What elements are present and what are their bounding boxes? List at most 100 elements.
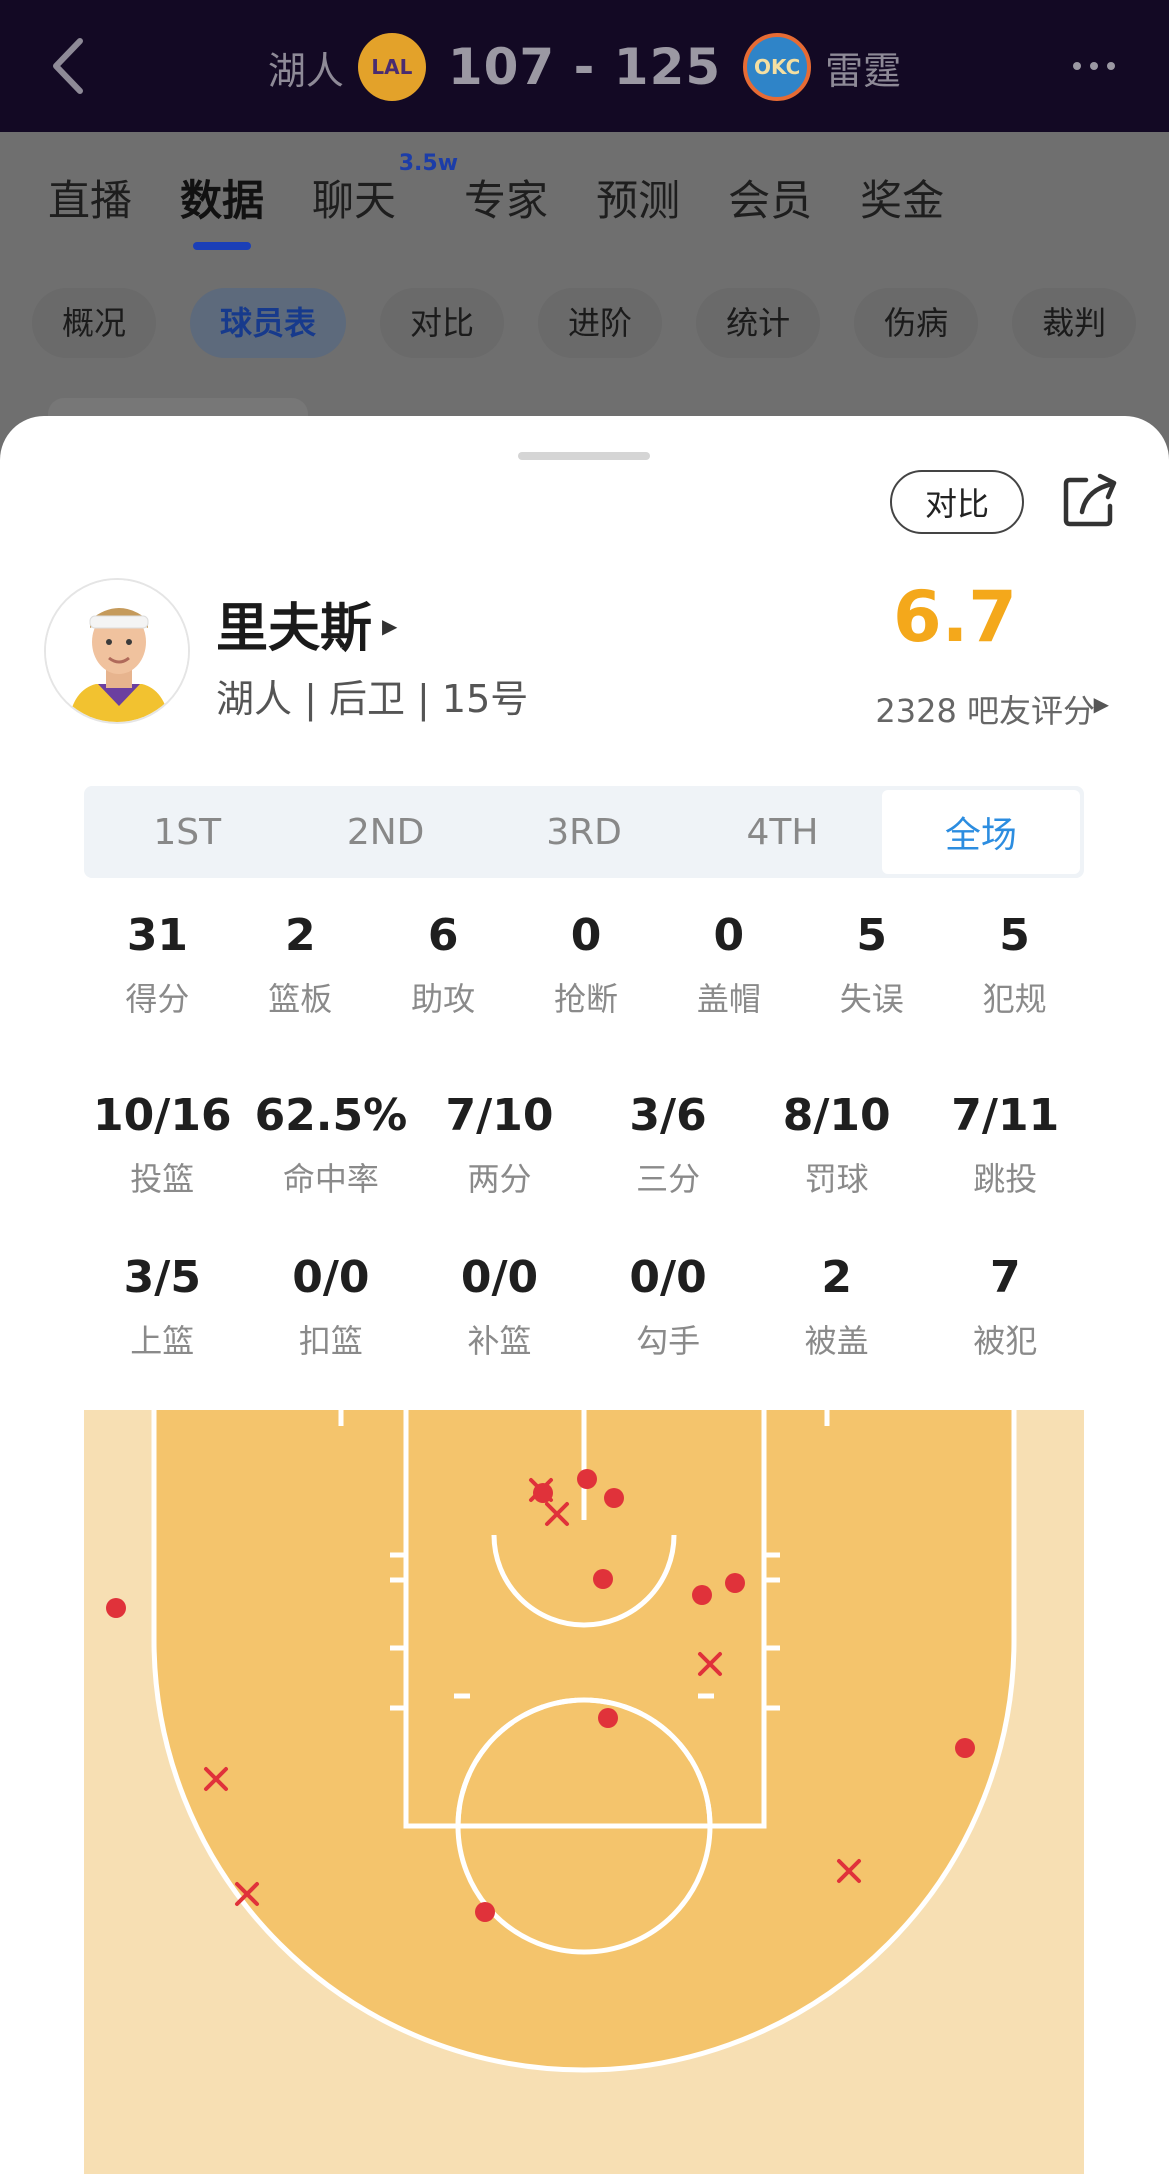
stat-value: 8/10: [782, 1090, 891, 1141]
away-team-name: 雷霆: [825, 48, 902, 93]
stat-label: 扣篮: [298, 1322, 363, 1360]
sheet-drag-handle[interactable]: [518, 452, 650, 460]
subtab-referee[interactable]: 裁判: [1012, 288, 1137, 358]
stat-value: 5: [856, 910, 888, 961]
stat-turnovers: 5 失误: [800, 908, 943, 1020]
stat-label: 被犯: [973, 1322, 1038, 1360]
stat-value: 7: [989, 1252, 1021, 1303]
play-arrow-icon[interactable]: ▶: [382, 614, 397, 638]
basic-stats-row: 31 得分 2 篮板 6 助攻 0 抢断 0 盖帽 5 失误 5 犯规: [86, 908, 1086, 1020]
stat-two-pt: 7/10 两分: [415, 1088, 584, 1200]
shooting-stats-row: 10/16 投篮 62.5% 命中率 7/10 两分 3/6 三分 8/10 罚球 7/1…: [78, 1088, 1090, 1200]
subtab-compare[interactable]: 对比: [380, 288, 505, 358]
subtab-overview[interactable]: 概况: [32, 288, 157, 358]
stat-label: 勾手: [636, 1322, 701, 1360]
rating-count-link[interactable]: 2328 吧友评分: [875, 686, 1095, 732]
share-button[interactable]: [1060, 470, 1120, 530]
away-team-logo: OKC: [743, 33, 812, 101]
player-rating: 6.7: [892, 576, 1017, 658]
stat-label: 两分: [467, 1160, 532, 1198]
tab-bonus[interactable]: 奖金: [836, 167, 968, 228]
stat-assists: 6 助攻: [372, 908, 515, 1020]
made-shot-marker: [593, 1569, 613, 1589]
shot-chart: [84, 1410, 1084, 2174]
stat-label: 罚球: [804, 1160, 869, 1198]
stat-value: 2: [821, 1252, 852, 1303]
stat-fg-pct: 62.5% 命中率: [247, 1088, 416, 1200]
stat-value: 31: [126, 910, 189, 961]
more-icon-dot: [1107, 62, 1115, 70]
stat-label: 失误: [839, 980, 904, 1018]
compare-button[interactable]: 对比: [890, 470, 1024, 534]
stat-label: 得分: [125, 980, 190, 1018]
period-tabs: 1ST 2ND 3RD 4TH 全场: [84, 786, 1084, 878]
stat-three-pt: 3/6 三分: [584, 1088, 753, 1200]
shot-type-stats-row: 3/5 上篮 0/0 扣篮 0/0 补篮 0/0 勾手 2 被盖 7 被犯: [78, 1250, 1090, 1362]
period-tab-4th[interactable]: 4TH: [683, 790, 881, 874]
stat-value: 62.5%: [254, 1090, 408, 1141]
player-detail-sheet: 对比 里夫斯 ▶ 湖人 | 后卫 | 15号 6.7 2328 吧友评分 ▶ 1…: [0, 416, 1169, 2174]
stat-value: 7/10: [445, 1090, 554, 1141]
player-meta: 湖人 | 后卫 | 15号: [216, 677, 529, 721]
stat-layup: 3/5 上篮: [78, 1250, 247, 1362]
stat-label: 补篮: [467, 1322, 532, 1360]
player-name[interactable]: 里夫斯: [216, 586, 372, 661]
stat-label: 上篮: [130, 1322, 195, 1360]
stat-value: 0/0: [629, 1252, 707, 1303]
top-navbar: 湖人 LAL 107 - 125 OKC 雷霆: [0, 0, 1169, 132]
stat-label: 三分: [636, 1160, 701, 1198]
stat-value: 3/5: [123, 1252, 201, 1303]
tab-experts[interactable]: 专家: [440, 167, 572, 228]
stat-label: 篮板: [268, 980, 333, 1018]
subtab-stats[interactable]: 统计: [696, 288, 821, 358]
stat-label: 助攻: [411, 980, 476, 1018]
tab-member[interactable]: 会员: [704, 167, 836, 228]
stat-value: 3/6: [629, 1090, 707, 1141]
tab-predict[interactable]: 预测: [572, 167, 704, 228]
stat-points: 31 得分: [86, 908, 229, 1020]
made-shot-marker: [106, 1598, 126, 1618]
stat-steals: 0 抢断: [515, 908, 658, 1020]
stat-fg: 10/16 投篮: [78, 1088, 247, 1200]
stat-label: 犯规: [982, 980, 1047, 1018]
made-shot-marker: [604, 1488, 624, 1508]
play-arrow-icon: ▶: [1093, 692, 1109, 716]
stat-fouled: 7 被犯: [921, 1250, 1090, 1362]
stat-value: 7/11: [951, 1090, 1060, 1141]
stat-label: 命中率: [282, 1160, 379, 1198]
data-subtabs: 概况 球员表 对比 进阶 统计 伤病 裁判: [32, 288, 1137, 358]
tab-data[interactable]: 数据: [156, 167, 288, 228]
tab-chat-label: 聊天: [312, 175, 397, 225]
game-score: 107 - 125: [447, 38, 722, 96]
stat-label: 盖帽: [696, 980, 761, 1018]
more-icon-dot: [1090, 62, 1098, 70]
stat-value: 5: [999, 910, 1030, 961]
tab-chat[interactable]: 聊天 3.5w: [288, 151, 458, 228]
period-tab-full[interactable]: 全场: [881, 790, 1081, 874]
made-shot-marker: [577, 1469, 597, 1489]
scoreboard[interactable]: 湖人 LAL 107 - 125 OKC 雷霆: [0, 30, 1169, 104]
stat-free-throw: 8/10 罚球: [752, 1088, 921, 1200]
stat-value: 0/0: [460, 1252, 539, 1303]
stat-jump-shot: 7/11 跳投: [921, 1088, 1090, 1200]
stat-label: 跳投: [973, 1160, 1038, 1198]
stat-value: 2: [284, 910, 316, 961]
shot-chart-court: [84, 1410, 1084, 2174]
player-avatar: [44, 578, 190, 724]
more-button[interactable]: [1059, 46, 1129, 86]
subtab-injury[interactable]: 伤病: [854, 288, 979, 358]
period-tab-2nd[interactable]: 2ND: [286, 790, 484, 874]
stat-rebounds: 2 篮板: [229, 908, 372, 1020]
made-shot-marker: [475, 1902, 495, 1922]
stat-value: 6: [427, 910, 459, 961]
stat-value: 0: [570, 910, 602, 961]
made-shot-marker: [692, 1585, 712, 1605]
subtab-advanced[interactable]: 进阶: [538, 288, 663, 358]
stat-hook: 0/0 勾手: [584, 1250, 753, 1362]
share-icon: [1063, 473, 1117, 527]
period-tab-3rd[interactable]: 3RD: [485, 790, 683, 874]
tab-live[interactable]: 直播: [0, 167, 156, 228]
period-tab-1st[interactable]: 1ST: [88, 790, 286, 874]
stat-value: 10/16: [93, 1090, 232, 1141]
subtab-player-table[interactable]: 球员表: [190, 288, 347, 358]
